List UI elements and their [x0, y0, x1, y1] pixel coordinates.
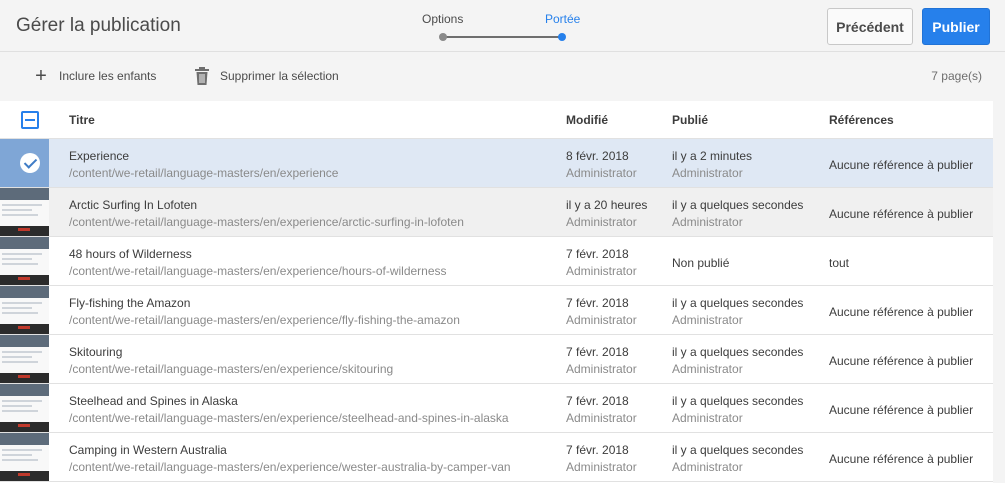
row-published: il y a 2 minutes: [672, 149, 753, 163]
row-modified: 7 févr. 2018: [566, 247, 629, 261]
table-row[interactable]: Steelhead and Spines in Alaska /content/…: [0, 384, 993, 433]
row-published: il y a quelques secondes: [672, 443, 804, 457]
include-children-label: Inclure les enfants: [59, 69, 157, 83]
previous-button[interactable]: Précédent: [827, 8, 913, 45]
delete-selection-label: Supprimer la sélection: [220, 69, 339, 83]
row-published-by: Administrator: [672, 362, 743, 376]
checkmark-icon: [20, 153, 40, 173]
row-references[interactable]: Aucune référence à publier: [829, 207, 973, 221]
row-path: /content/we-retail/language-masters/en/e…: [69, 362, 394, 376]
row-title: Camping in Western Australia: [69, 443, 227, 457]
row-references[interactable]: Aucune référence à publier: [829, 305, 973, 319]
row-references[interactable]: tout: [829, 256, 849, 270]
table-row[interactable]: Camping in Western Australia /content/we…: [0, 433, 993, 482]
page-thumbnail[interactable]: [0, 433, 49, 481]
row-modified-by: Administrator: [566, 215, 637, 229]
row-title: Experience: [69, 149, 130, 163]
row-modified: 8 févr. 2018: [566, 149, 629, 163]
row-title: 48 hours of Wilderness: [69, 247, 192, 261]
trash-icon: [193, 67, 211, 85]
page-thumbnail[interactable]: [0, 139, 49, 187]
delete-selection-button[interactable]: Supprimer la sélection: [193, 67, 339, 85]
table-row[interactable]: Experience /content/we-retail/language-m…: [0, 139, 993, 188]
step-options-label[interactable]: Options: [422, 12, 463, 26]
row-published-by: Administrator: [672, 411, 743, 425]
page-thumbnail[interactable]: [0, 335, 49, 383]
column-modified[interactable]: Modifié: [566, 113, 608, 127]
row-modified: 7 févr. 2018: [566, 296, 629, 310]
row-modified-by: Administrator: [566, 411, 637, 425]
publish-button[interactable]: Publier: [922, 8, 990, 45]
row-path: /content/we-retail/language-masters/en/e…: [69, 460, 511, 474]
row-title: Arctic Surfing In Lofoten: [69, 198, 198, 212]
column-title[interactable]: Titre: [69, 113, 95, 127]
row-published: il y a quelques secondes: [672, 296, 804, 310]
row-modified-by: Administrator: [566, 313, 637, 327]
table-row[interactable]: Arctic Surfing In Lofoten /content/we-re…: [0, 188, 993, 237]
row-references[interactable]: Aucune référence à publier: [829, 452, 973, 466]
row-modified: 7 févr. 2018: [566, 345, 629, 359]
pages-table: Titre Modifié Publié Références Experien…: [0, 101, 993, 483]
action-toolbar: + Inclure les enfants Supprimer la sélec…: [0, 53, 1005, 100]
row-modified: il y a 20 heures: [566, 198, 648, 212]
page-title: Gérer la publication: [16, 15, 181, 36]
select-all-checkbox[interactable]: [21, 111, 39, 129]
row-path: /content/we-retail/language-masters/en/e…: [69, 215, 464, 229]
row-references[interactable]: Aucune référence à publier: [829, 158, 973, 172]
page-header: Gérer la publication Options Portée Préc…: [0, 0, 1005, 52]
table-row[interactable]: Skitouring /content/we-retail/language-m…: [0, 335, 993, 384]
step-connector: [443, 36, 562, 38]
row-published: Non publié: [672, 256, 730, 270]
page-thumbnail[interactable]: [0, 237, 49, 285]
row-published: il y a quelques secondes: [672, 198, 804, 212]
page-thumbnail[interactable]: [0, 188, 49, 236]
row-path: /content/we-retail/language-masters/en/e…: [69, 411, 509, 425]
row-references[interactable]: Aucune référence à publier: [829, 354, 973, 368]
table-header: Titre Modifié Publié Références: [0, 101, 993, 139]
step-scope-label[interactable]: Portée: [545, 12, 580, 26]
row-modified-by: Administrator: [566, 362, 637, 376]
page-thumbnail[interactable]: [0, 384, 49, 432]
column-published[interactable]: Publié: [672, 113, 708, 127]
row-references[interactable]: Aucune référence à publier: [829, 403, 973, 417]
table-row[interactable]: 48 hours of Wilderness /content/we-retai…: [0, 237, 993, 286]
row-modified: 7 févr. 2018: [566, 394, 629, 408]
row-published-by: Administrator: [672, 215, 743, 229]
step-options-dot[interactable]: [439, 33, 447, 41]
row-modified: 7 févr. 2018: [566, 443, 629, 457]
plus-icon: +: [35, 65, 47, 87]
wizard-steps: Options Portée: [414, 12, 594, 42]
row-published-by: Administrator: [672, 313, 743, 327]
row-published-by: Administrator: [672, 166, 743, 180]
row-title: Fly-fishing the Amazon: [69, 296, 191, 310]
row-path: /content/we-retail/language-masters/en/e…: [69, 313, 460, 327]
step-scope-dot[interactable]: [558, 33, 566, 41]
page-count: 7 page(s): [931, 69, 982, 83]
column-references[interactable]: Références: [829, 113, 894, 127]
row-path: /content/we-retail/language-masters/en/e…: [69, 166, 339, 180]
include-children-button[interactable]: + Inclure les enfants: [32, 65, 157, 87]
row-title: Skitouring: [69, 345, 123, 359]
row-modified-by: Administrator: [566, 166, 637, 180]
row-published: il y a quelques secondes: [672, 345, 804, 359]
row-path: /content/we-retail/language-masters/en/e…: [69, 264, 447, 278]
table-row[interactable]: Fly-fishing the Amazon /content/we-retai…: [0, 286, 993, 335]
page-thumbnail[interactable]: [0, 286, 49, 334]
row-title: Steelhead and Spines in Alaska: [69, 394, 238, 408]
row-published: il y a quelques secondes: [672, 394, 804, 408]
row-published-by: Administrator: [672, 460, 743, 474]
row-modified-by: Administrator: [566, 460, 637, 474]
row-modified-by: Administrator: [566, 264, 637, 278]
table-scrollbar[interactable]: [993, 101, 1005, 483]
